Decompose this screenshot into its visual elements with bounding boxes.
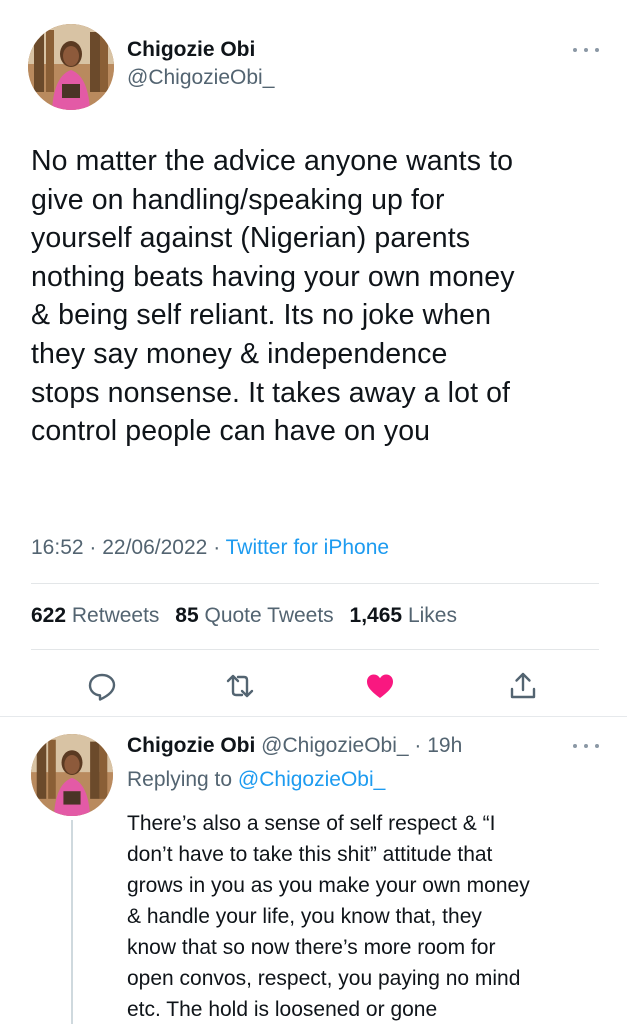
reply-header: Chigozie Obi @ChigozieObi_ · 19h: [127, 734, 462, 758]
likes-count: 1,465: [349, 604, 403, 627]
reply-text: There’s also a sense of self respect & “…: [127, 812, 530, 1021]
tweet-source[interactable]: Twitter for iPhone: [226, 536, 389, 559]
retweet-icon[interactable]: [224, 670, 256, 702]
avatar[interactable]: [28, 24, 114, 110]
likes-label: Likes: [407, 604, 457, 627]
separator-dot: ·: [408, 734, 428, 757]
quote-tweets-label: Quote Tweets: [204, 604, 334, 627]
tweet-meta: 16:52 · 22/06/2022 · Twitter for iPhone: [31, 536, 389, 560]
author-handle[interactable]: @ChigozieObi_: [127, 66, 274, 90]
section-divider: [0, 716, 627, 717]
divider: [31, 583, 599, 584]
reply-author-handle[interactable]: @ChigozieObi_: [261, 734, 408, 757]
reply-author-display-name[interactable]: Chigozie Obi: [127, 734, 255, 757]
reply-age[interactable]: 19h: [427, 734, 462, 757]
tweet-date[interactable]: 22/06/2022: [102, 536, 207, 559]
reply-avatar[interactable]: [31, 734, 113, 816]
share-icon[interactable]: [507, 670, 539, 702]
like-icon[interactable]: [364, 670, 396, 702]
retweets-count: 622: [31, 604, 67, 627]
tweet-time[interactable]: 16:52: [31, 536, 84, 559]
retweets-stat[interactable]: 622 Retweets: [31, 604, 159, 627]
separator-dot: ·: [213, 536, 226, 559]
tweet-detail-page: Chigozie Obi @ChigozieObi_ No matter the…: [0, 0, 627, 1024]
divider: [31, 649, 599, 650]
quote-tweets-count: 85: [175, 604, 199, 627]
reply-icon[interactable]: [86, 670, 118, 702]
action-bar: [0, 664, 627, 708]
likes-stat[interactable]: 1,465 Likes: [350, 604, 457, 627]
tweet-text: No matter the advice anyone wants to giv…: [31, 145, 515, 448]
replying-to-mention[interactable]: @ChigozieObi_: [238, 768, 385, 791]
thread-line: [71, 820, 73, 1024]
tweet-stats: 622 Retweets 85 Quote Tweets 1,465 Likes: [31, 604, 467, 628]
author-display-name[interactable]: Chigozie Obi: [127, 38, 274, 62]
tweet-header: Chigozie Obi @ChigozieObi_: [24, 24, 603, 110]
author-block[interactable]: Chigozie Obi @ChigozieObi_: [127, 38, 274, 90]
quote-tweets-stat[interactable]: 85 Quote Tweets: [175, 604, 333, 627]
separator-dot: ·: [89, 536, 103, 559]
retweets-label: Retweets: [71, 604, 160, 627]
replying-to: Replying to @ChigozieObi_: [127, 768, 385, 792]
more-icon[interactable]: [573, 46, 599, 54]
reply-more-icon[interactable]: [573, 742, 599, 750]
replying-to-label: Replying to: [127, 768, 233, 791]
